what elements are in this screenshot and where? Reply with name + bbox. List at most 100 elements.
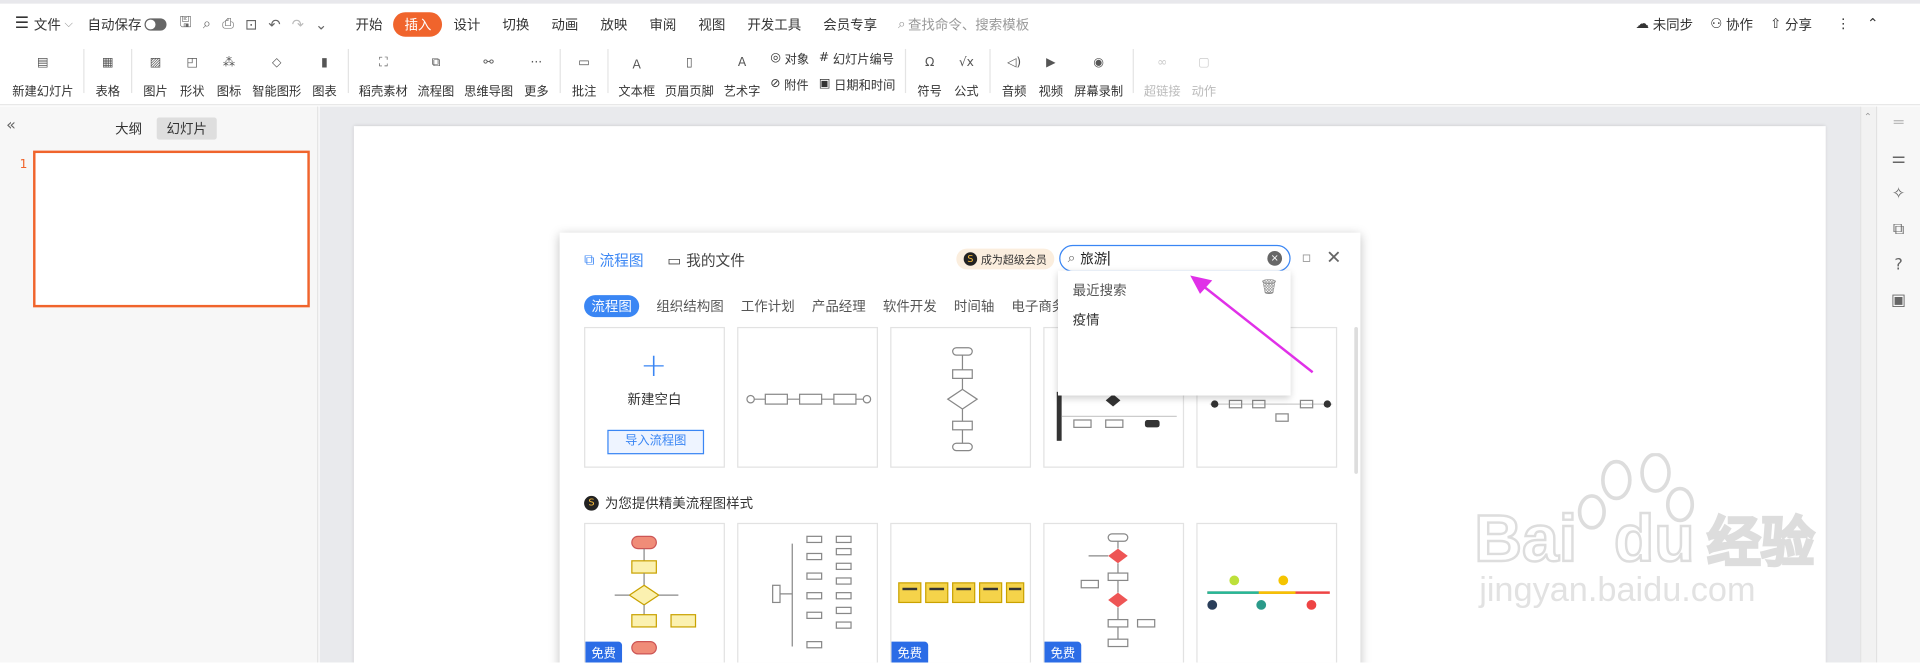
collab-label: 协作 <box>1726 16 1753 33</box>
picture-label: 图片 <box>143 85 168 100</box>
settings-icon[interactable]: ⚌ <box>1891 149 1905 167</box>
tab-design[interactable]: 设计 <box>442 14 491 34</box>
tab-transition[interactable]: 切换 <box>491 14 540 34</box>
flowchart-icon: ⧉ <box>584 251 595 269</box>
collab-button[interactable]: ⚇ 协作 <box>1710 14 1753 34</box>
object-button[interactable]: ◎ 对象 <box>770 49 809 67</box>
tab-view[interactable]: 视图 <box>687 14 736 34</box>
textbox-icon: Ａ <box>630 58 643 72</box>
tab-slides[interactable]: 幻灯片 <box>156 117 217 140</box>
template-card[interactable] <box>1196 522 1338 663</box>
more-button[interactable]: ··· 更多 <box>523 49 550 99</box>
icon-button[interactable]: ⁂ 图标 <box>216 49 243 99</box>
pin-icon[interactable]: ✧ <box>1892 185 1905 203</box>
tab-home[interactable]: 开始 <box>344 14 393 34</box>
template-card[interactable] <box>737 522 878 663</box>
category-tab[interactable]: 软件开发 <box>883 296 937 316</box>
datetime-button[interactable]: ▣ 日期和时间 <box>819 75 895 93</box>
tab-insert[interactable]: 插入 <box>393 11 443 37</box>
print-icon[interactable]: ⎙ <box>222 15 234 33</box>
tab-member[interactable]: 会员专享 <box>812 14 888 34</box>
category-tab[interactable]: 产品经理 <box>812 296 866 316</box>
slide-number-button[interactable]: # 幻灯片编号 <box>819 49 895 67</box>
smart-graphic-button[interactable]: ◇ 智能图形 <box>252 49 301 99</box>
header-footer-button[interactable]: ▯ 页眉页脚 <box>665 49 714 99</box>
category-tab[interactable]: 组织结构图 <box>656 296 723 316</box>
clear-search-icon[interactable]: × <box>1267 251 1283 266</box>
my-files-link[interactable]: ▭ 我的文件 <box>667 250 745 271</box>
category-tab[interactable]: 流程图 <box>584 295 640 318</box>
drag-handle-icon[interactable]: ═ <box>1894 114 1904 132</box>
template-search-input[interactable]: ⌕ 旅游 × <box>1059 244 1291 272</box>
window-icon[interactable]: ⧉ <box>1893 220 1904 238</box>
slide-number: 1 <box>19 157 28 172</box>
shape-button[interactable]: ◰ 形状 <box>179 49 206 99</box>
symbol-button[interactable]: Ω 符号 <box>916 49 943 99</box>
tab-review[interactable]: 审阅 <box>638 14 687 34</box>
attachment-button[interactable]: ⊘ 附件 <box>770 75 809 93</box>
textbox-button[interactable]: Ａ 文本框 <box>618 49 655 99</box>
video-button[interactable]: ▶ 视频 <box>1037 49 1064 99</box>
tab-animation[interactable]: 动画 <box>540 14 589 34</box>
table-button[interactable]: ▦ 表格 <box>94 49 121 99</box>
slide-thumbnail[interactable] <box>33 150 310 308</box>
chart-button[interactable]: ▮ 图表 <box>311 49 338 99</box>
template-card[interactable] <box>890 326 1032 468</box>
help-icon[interactable]: ? <box>1894 256 1902 274</box>
undo-icon[interactable]: ↶ <box>268 15 280 32</box>
collapse-ribbon-icon[interactable]: ⌃ <box>1867 16 1878 32</box>
import-flowchart-button[interactable]: 导入流程图 <box>607 429 705 455</box>
sync-label: 未同步 <box>1652 16 1694 33</box>
share-button[interactable]: ⇧ 分享 <box>1770 14 1812 34</box>
action-button[interactable]: ▢ 动作 <box>1190 49 1217 99</box>
share-icon: ⇧ <box>1770 15 1782 32</box>
recent-search-item[interactable]: 疫情 <box>1073 310 1100 330</box>
more-icon[interactable]: ⋮ <box>1836 16 1849 32</box>
print-preview-icon[interactable]: ⊡ <box>245 15 257 32</box>
category-tab[interactable]: 工作计划 <box>741 296 795 316</box>
command-search[interactable]: ⌕ 查找命令、搜索模板 <box>898 14 1029 34</box>
shell-material-button[interactable]: ⛶ 稻壳素材 <box>359 49 408 99</box>
formula-button[interactable]: √x 公式 <box>953 49 980 99</box>
template-card[interactable]: 免费 <box>1043 522 1185 663</box>
mindmap-button[interactable]: ⚯ 思维导图 <box>464 49 513 99</box>
video-icon: ▶ <box>1046 55 1056 70</box>
dialog-title[interactable]: ⧉ 流程图 <box>584 250 644 271</box>
search-value: 旅游 <box>1080 251 1108 267</box>
tab-slideshow[interactable]: 放映 <box>589 14 638 34</box>
new-slide-button[interactable]: ▤ 新建幻灯片 <box>12 49 73 99</box>
customize-icon[interactable]: ⌄ <box>315 15 327 32</box>
tab-outline[interactable]: 大纲 <box>108 118 150 140</box>
archive-icon[interactable]: ▣ <box>1891 291 1906 309</box>
wordart-button[interactable]: A 艺术字 <box>724 49 761 99</box>
comment-button[interactable]: ▭ 批注 <box>571 49 598 99</box>
table-icon: ▦ <box>101 55 114 70</box>
sync-button[interactable]: ☁ 未同步 <box>1636 14 1694 34</box>
dialog-scrollbar[interactable] <box>1354 326 1358 474</box>
redo-icon[interactable]: ↷ <box>292 15 304 32</box>
hyperlink-button[interactable]: ∞ 超链接 <box>1144 49 1181 99</box>
free-badge: 免费 <box>891 641 929 663</box>
picture-button[interactable]: ▨ 图片 <box>142 49 169 99</box>
template-card[interactable]: 免费 <box>890 522 1032 663</box>
vertical-scrollbar[interactable]: ⌃ <box>1860 106 1876 663</box>
new-blank-card[interactable]: + 新建空白 导入流程图 <box>584 326 725 468</box>
file-menu[interactable]: ☰ 文件 ⌵ <box>15 14 73 34</box>
template-card[interactable]: 免费 <box>584 522 725 663</box>
template-card[interactable] <box>737 326 878 468</box>
collapse-panel-icon[interactable]: « <box>6 116 16 134</box>
category-tab[interactable]: 时间轴 <box>954 296 994 316</box>
chart-icon: ▮ <box>321 55 328 70</box>
save-icon[interactable]: 🖫 <box>179 11 192 37</box>
toggle-switch[interactable] <box>145 17 168 31</box>
audio-button[interactable]: ◁) 音频 <box>1001 49 1028 99</box>
autosave-toggle[interactable]: 自动保存 <box>88 14 168 34</box>
feedback-icon[interactable]: ▫ <box>1302 249 1312 266</box>
vip-badge[interactable]: S 成为超级会员 <box>956 248 1055 270</box>
flowchart-button[interactable]: ⧉ 流程图 <box>418 49 455 99</box>
close-icon[interactable]: ✕ <box>1326 246 1341 268</box>
format-painter-icon[interactable]: ⌕ <box>203 15 211 33</box>
screen-record-button[interactable]: ◉ 屏幕录制 <box>1074 49 1123 99</box>
tab-developer[interactable]: 开发工具 <box>736 14 812 34</box>
category-tabs: 流程图 组织结构图 工作计划 产品经理 软件开发 时间轴 电子商务 <box>584 295 1082 318</box>
